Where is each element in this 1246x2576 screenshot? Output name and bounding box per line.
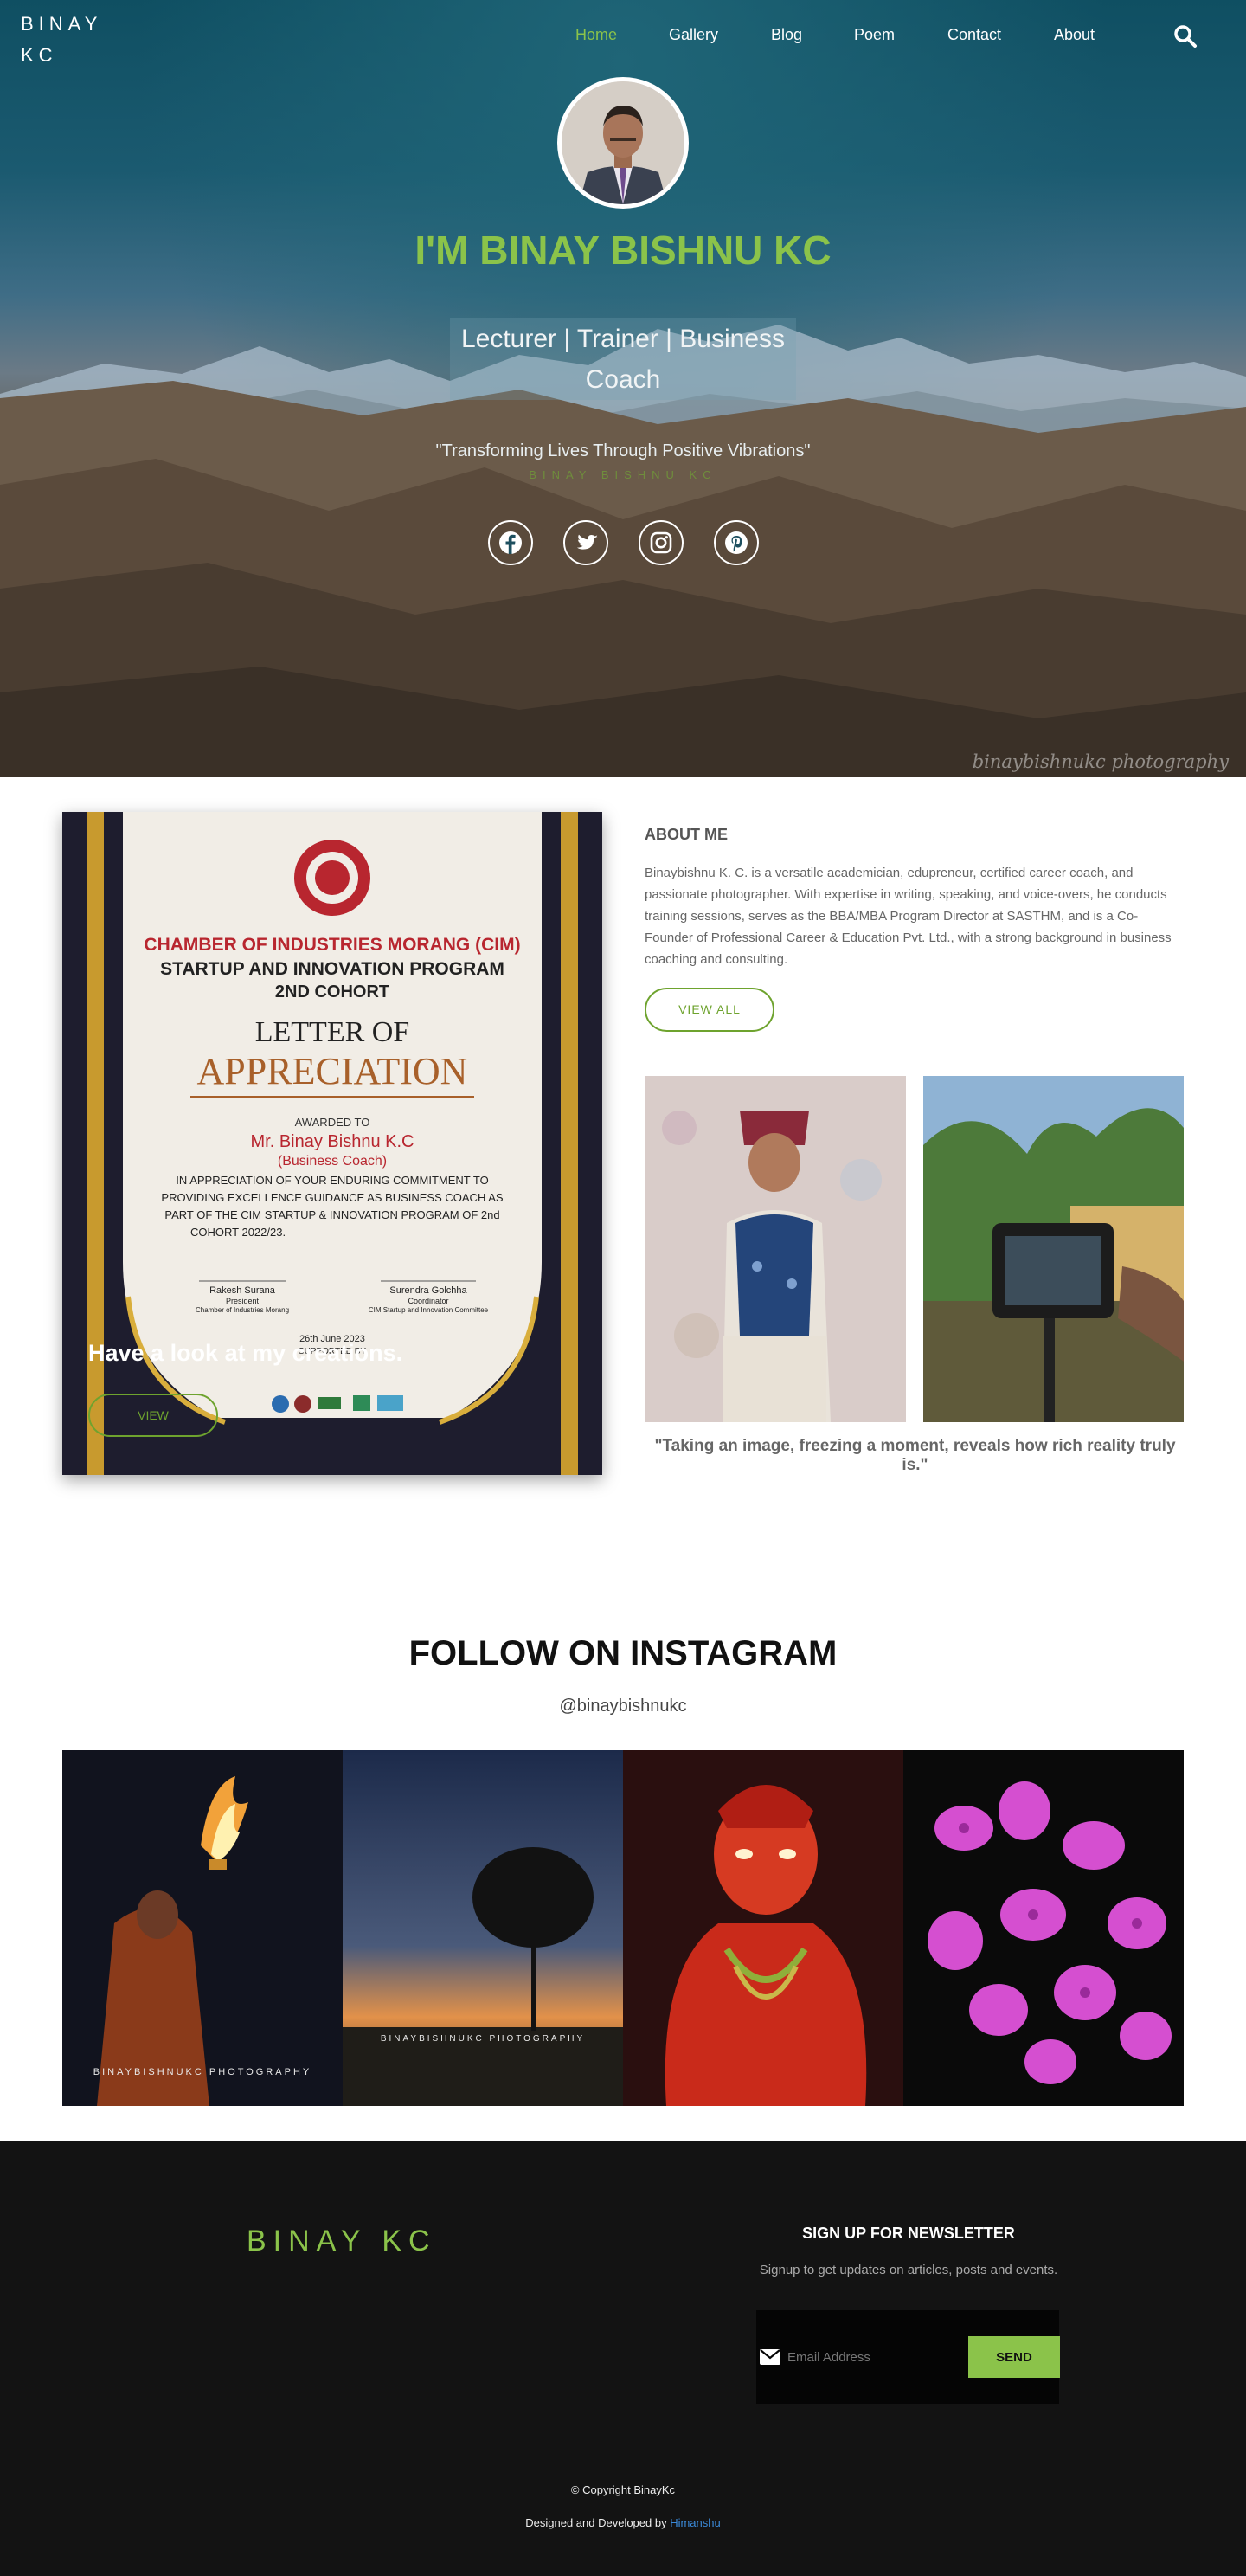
- camera-photo-graphic: [923, 1076, 1184, 1422]
- portrait-photo[interactable]: [645, 1076, 906, 1422]
- about-text: Binaybishnu K. C. is a versatile academi…: [645, 866, 1172, 967]
- search-icon[interactable]: [1173, 24, 1198, 48]
- cert-cohort: 2ND COHORT: [275, 982, 389, 1001]
- valley-graphic: [0, 381, 1246, 777]
- tile-label: BINAYBISHNUKC PHOTOGRAPHY: [380, 2034, 586, 2044]
- cert-body-line3: PART OF THE CIM STARTUP & INNOVATION PRO…: [164, 1208, 499, 1221]
- footer-logo[interactable]: BINAY KC: [247, 2225, 437, 2258]
- cert-signer1-role: President: [226, 1297, 260, 1305]
- instagram-tile[interactable]: [623, 1750, 903, 2106]
- instagram-tile[interactable]: [903, 1750, 1184, 2106]
- hero-section: binaybishnukc photography BINAY KC Home …: [0, 0, 1246, 777]
- site-footer: BINAY KC SIGN UP FOR NEWSLETTER Signup t…: [0, 2141, 1246, 2576]
- cert-signer2-org: CIM Startup and Innovation Committee: [369, 1306, 489, 1314]
- instagram-icon[interactable]: [639, 520, 684, 565]
- copyright-text: © Copyright BinayKc: [570, 2483, 676, 2496]
- camera-photo[interactable]: [923, 1076, 1184, 1422]
- fire-ritual-photo: [62, 1750, 343, 2106]
- view-all-button[interactable]: VIEW ALL: [645, 988, 774, 1032]
- red-idol-photo: [623, 1750, 903, 2106]
- cert-signer1: Rakesh Surana: [209, 1285, 276, 1296]
- about-heading: ABOUT ME: [645, 826, 728, 843]
- cert-org: CHAMBER OF INDUSTRIES MORANG (CIM): [144, 935, 520, 955]
- hero-title: I'M BINAY BISHNU KC: [414, 228, 832, 273]
- cert-program: STARTUP AND INNOVATION PROGRAM: [160, 959, 504, 979]
- instagram-title: FOLLOW ON INSTAGRAM: [408, 1634, 838, 1672]
- certificate-card[interactable]: CHAMBER OF INDUSTRIES MORANG (CIM) START…: [62, 812, 602, 1475]
- profile-avatar: [557, 77, 689, 209]
- social-links: [0, 520, 1246, 565]
- nav-contact[interactable]: Contact: [947, 26, 1001, 44]
- credits-prefix: Designed and Developed by: [525, 2516, 671, 2529]
- facebook-icon[interactable]: [488, 520, 533, 565]
- portrait-graphic: [562, 81, 684, 204]
- certificate-caption: Have a look at my creations.: [88, 1340, 403, 1366]
- cert-letter-of: LETTER OF: [255, 1016, 409, 1048]
- tile-label: BINAYBISHNUKC PHOTOGRAPHY: [93, 2067, 312, 2077]
- newsletter-subtitle: Signup to get updates on articles, posts…: [759, 2263, 1058, 2277]
- nav-blog[interactable]: Blog: [771, 26, 802, 44]
- credits-text: Designed and Developed by Himanshu: [0, 2516, 1246, 2529]
- cert-body-line1: IN APPRECIATION OF YOUR ENDURING COMMITM…: [176, 1174, 488, 1187]
- cert-signer1-org: Chamber of Industries Morang: [196, 1306, 289, 1314]
- instagram-section: FOLLOW ON INSTAGRAM @binaybishnukc BINAY…: [0, 1591, 1246, 2141]
- certificate-view-button[interactable]: VIEW: [88, 1394, 218, 1437]
- hero-quote: "Transforming Lives Through Positive Vib…: [435, 441, 811, 460]
- cert-signer2-role: Coordinator: [408, 1297, 448, 1305]
- email-input[interactable]: [787, 2341, 952, 2373]
- cert-awarded-to: AWARDED TO: [295, 1116, 370, 1129]
- instagram-grid: BINAYBISHNUKC PHOTOGRAPHY BINAYBISHNUKC …: [62, 1750, 1184, 2106]
- cert-signer2: Surendra Golchha: [389, 1285, 467, 1296]
- pink-flowers-photo: [903, 1750, 1184, 2106]
- sunset-tree-photo: [343, 1750, 623, 2106]
- nav-poem[interactable]: Poem: [854, 26, 895, 44]
- nav-home[interactable]: Home: [575, 26, 617, 44]
- cert-body-line2: PROVIDING EXCELLENCE GUIDANCE AS BUSINES…: [161, 1191, 503, 1204]
- cert-body-line4: COHORT 2022/23.: [190, 1226, 286, 1239]
- send-button[interactable]: SEND: [968, 2336, 1060, 2378]
- newsletter-form: SEND: [756, 2310, 1060, 2404]
- about-section: CHAMBER OF INDUSTRIES MORANG (CIM) START…: [0, 777, 1246, 1591]
- hero-roles: Lecturer | Trainer | Business Coach: [450, 318, 796, 400]
- mail-icon: [760, 2347, 780, 2367]
- certificate-image: CHAMBER OF INDUSTRIES MORANG (CIM) START…: [87, 812, 578, 1475]
- cert-name: Mr. Binay Bishnu K.C: [251, 1132, 414, 1151]
- cert-role: (Business Coach): [278, 1154, 387, 1169]
- credits-link[interactable]: Himanshu: [670, 2516, 721, 2529]
- instagram-tile[interactable]: BINAYBISHNUKC PHOTOGRAPHY: [343, 1750, 623, 2106]
- instagram-tile[interactable]: BINAYBISHNUKC PHOTOGRAPHY: [62, 1750, 343, 2106]
- person-photo-graphic: [645, 1076, 906, 1422]
- twitter-icon[interactable]: [563, 520, 608, 565]
- newsletter-title: SIGN UP FOR NEWSLETTER: [802, 2225, 1015, 2242]
- hero-signature: BINAY BISHNU KC: [529, 468, 717, 481]
- nav-gallery[interactable]: Gallery: [669, 26, 718, 44]
- cert-appreciation: APPRECIATION: [197, 1050, 468, 1092]
- pinterest-icon[interactable]: [714, 520, 759, 565]
- nav-about[interactable]: About: [1054, 26, 1095, 44]
- instagram-handle[interactable]: @binaybishnukc: [0, 1697, 1246, 1716]
- photo-watermark: binaybishnukc photography: [972, 751, 1229, 772]
- about-quote: "Taking an image, freezing a moment, rev…: [654, 1437, 1176, 1474]
- main-nav: Home Gallery Blog Poem Contact About: [0, 26, 1246, 52]
